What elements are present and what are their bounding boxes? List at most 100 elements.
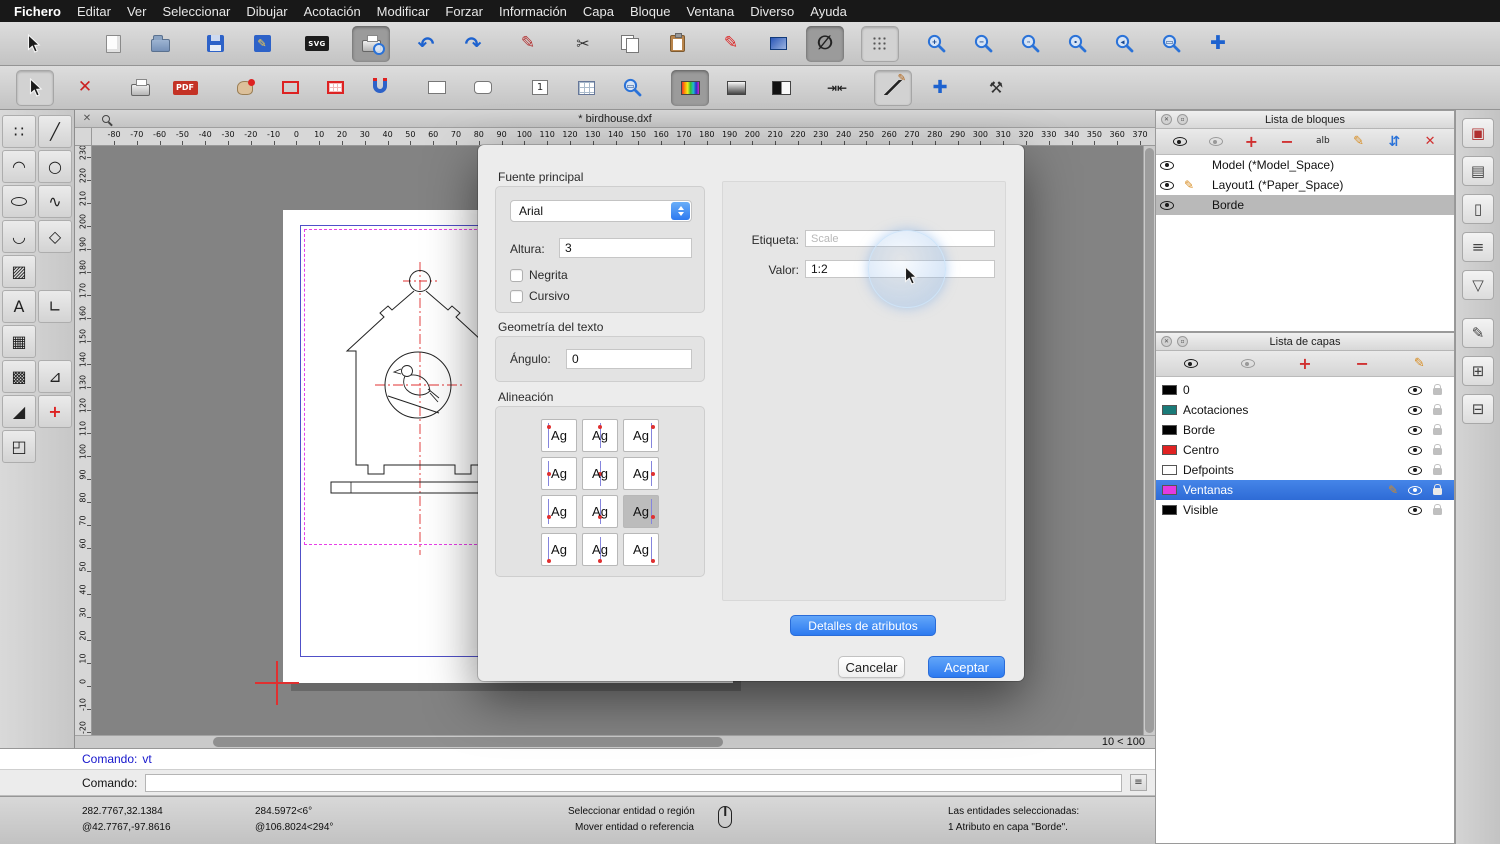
italic-checkbox[interactable] (510, 290, 523, 303)
align-top-left[interactable]: Ag (541, 419, 577, 452)
align-base-center[interactable]: Ag (582, 495, 618, 528)
align-base-left[interactable]: Ag (541, 495, 577, 528)
layer-lock-toggle[interactable] (1426, 465, 1448, 475)
block-row-borde[interactable]: Borde (1156, 195, 1454, 215)
layer-row-ventanas[interactable]: Ventanas✎ (1156, 480, 1454, 500)
block-row-model-model-space[interactable]: Model (*Model_Space) (1156, 155, 1454, 175)
vertical-scrollbar[interactable] (1143, 146, 1155, 735)
zoom-in[interactable]: + (917, 26, 955, 62)
menu-ventana[interactable]: Ventana (686, 4, 734, 19)
detach-drawing-tab-button[interactable] (99, 112, 113, 126)
menu-bloque[interactable]: Bloque (630, 4, 670, 19)
panel-sheets[interactable]: ▤ (1462, 156, 1494, 186)
menu-editar[interactable]: Editar (77, 4, 111, 19)
grab-release[interactable] (226, 70, 264, 106)
menu-dibujar[interactable]: Dibujar (246, 4, 287, 19)
menu-fichero[interactable]: Fichero (14, 4, 61, 19)
layer-row-acotaciones[interactable]: Acotaciones (1156, 400, 1454, 420)
layer-visibility-toggle[interactable] (1404, 406, 1426, 415)
layers-show-all[interactable] (1179, 354, 1203, 374)
command-options-button[interactable]: ≡ (1130, 774, 1147, 791)
zoom-previous[interactable]: ◂ (1105, 26, 1143, 62)
lineweight-display[interactable] (874, 70, 912, 106)
zoom-out[interactable]: − (964, 26, 1002, 62)
angle-input[interactable] (566, 349, 692, 369)
snap-magnet[interactable] (361, 70, 399, 106)
panel-clipboard[interactable]: ⊟ (1462, 394, 1494, 424)
layer-visibility-toggle[interactable] (1404, 466, 1426, 475)
layer-lock-toggle[interactable] (1426, 405, 1448, 415)
align-base-right[interactable]: Ag (623, 495, 659, 528)
close-drawing[interactable]: ✕ (66, 70, 104, 106)
menu-seleccionar[interactable]: Seleccionar (162, 4, 230, 19)
grid-toggle[interactable] (861, 26, 899, 62)
draft-bounds[interactable] (271, 70, 309, 106)
align-middle-center[interactable]: Ag (582, 457, 618, 490)
blocks-delete[interactable]: ✕ (1418, 132, 1442, 152)
layers-panel-close-button[interactable]: ✕ (1161, 336, 1172, 347)
layer-visibility-toggle[interactable] (1404, 446, 1426, 455)
fit-arrows[interactable]: ⇥⇤ (818, 70, 856, 106)
font-family-select[interactable]: Arial (510, 200, 692, 222)
grayscale-mode[interactable] (717, 70, 755, 106)
cancel-button[interactable]: Cancelar (838, 656, 905, 678)
single-sheet[interactable]: 1 (521, 70, 559, 106)
menu-diverso[interactable]: Diverso (750, 4, 794, 19)
blocks-panel-close-button[interactable]: ✕ (1161, 114, 1172, 125)
menu-informacion[interactable]: Información (499, 4, 567, 19)
line-tools[interactable]: ╱ (38, 115, 72, 148)
layer-row-0[interactable]: 0 (1156, 380, 1454, 400)
arc-tools[interactable]: ◠ (2, 150, 36, 183)
layer-lock-toggle[interactable] (1426, 385, 1448, 395)
panel-list[interactable]: ≡ (1462, 232, 1494, 262)
shape-tools[interactable]: ◇ (38, 220, 72, 253)
layer-row-centro[interactable]: Centro (1156, 440, 1454, 460)
layer-visibility-toggle[interactable] (1404, 486, 1426, 495)
export-pdf[interactable]: PDF (166, 70, 204, 106)
export-svg[interactable]: SVG (298, 26, 336, 62)
redo[interactable]: ↷ (454, 26, 492, 62)
block-visibility-toggle[interactable] (1156, 161, 1178, 170)
zoom-auto[interactable]: ▫ (1011, 26, 1049, 62)
menu-ayuda[interactable]: Ayuda (810, 4, 847, 19)
block-visibility-toggle[interactable] (1156, 181, 1178, 190)
add-reference[interactable]: ✚ (921, 70, 959, 106)
null-entity[interactable]: ∅ (806, 26, 844, 62)
sheet-grid[interactable] (567, 70, 605, 106)
layer-visibility-toggle[interactable] (1404, 426, 1426, 435)
draft-grid[interactable] (316, 70, 354, 106)
panel-filter[interactable]: ▽ (1462, 270, 1494, 300)
layers-remove[interactable]: − (1350, 354, 1374, 374)
horizontal-scrollbar-thumb[interactable] (213, 737, 723, 747)
point-tools[interactable]: ∷ (2, 115, 36, 148)
blocks-panel-float-button[interactable]: ▫ (1177, 114, 1188, 125)
misc-tools[interactable]: ⚒ (977, 70, 1015, 106)
menu-ver[interactable]: Ver (127, 4, 147, 19)
zoom-page[interactable]: ▭ (613, 70, 651, 106)
print-preview[interactable] (352, 26, 390, 62)
paper-frame[interactable] (418, 70, 456, 106)
panel-properties[interactable]: ⊞ (1462, 356, 1494, 386)
block-visibility-toggle[interactable] (1156, 201, 1178, 210)
blocks-rename[interactable]: alb (1311, 132, 1335, 152)
blocks-remove[interactable]: − (1275, 132, 1299, 152)
align-top-right[interactable]: Ag (623, 419, 659, 452)
panel-page[interactable]: ▯ (1462, 194, 1494, 224)
layers-panel-float-button[interactable]: ▫ (1177, 336, 1188, 347)
layer-lock-toggle[interactable] (1426, 505, 1448, 515)
measure-tools[interactable]: ⊿ (38, 360, 72, 393)
blocks-edit[interactable]: ✎ (1347, 132, 1371, 152)
panel-pen-pad[interactable]: ✎ (1462, 318, 1494, 348)
layer-row-defpoints[interactable]: Defpoints (1156, 460, 1454, 480)
dimension-tools[interactable]: ∟ (38, 290, 72, 323)
layer-row-borde[interactable]: Borde (1156, 420, 1454, 440)
blocks-show-all[interactable] (1168, 132, 1192, 152)
panel-block-library[interactable]: ▣ (1462, 118, 1494, 148)
menu-forzar[interactable]: Forzar (445, 4, 483, 19)
full-color-mode[interactable] (671, 70, 709, 106)
align-middle-left[interactable]: Ag (541, 457, 577, 490)
paste[interactable] (658, 26, 696, 62)
align-bottom-left[interactable]: Ag (541, 533, 577, 566)
selection-pointer[interactable] (16, 70, 54, 106)
new-document[interactable] (94, 26, 132, 62)
